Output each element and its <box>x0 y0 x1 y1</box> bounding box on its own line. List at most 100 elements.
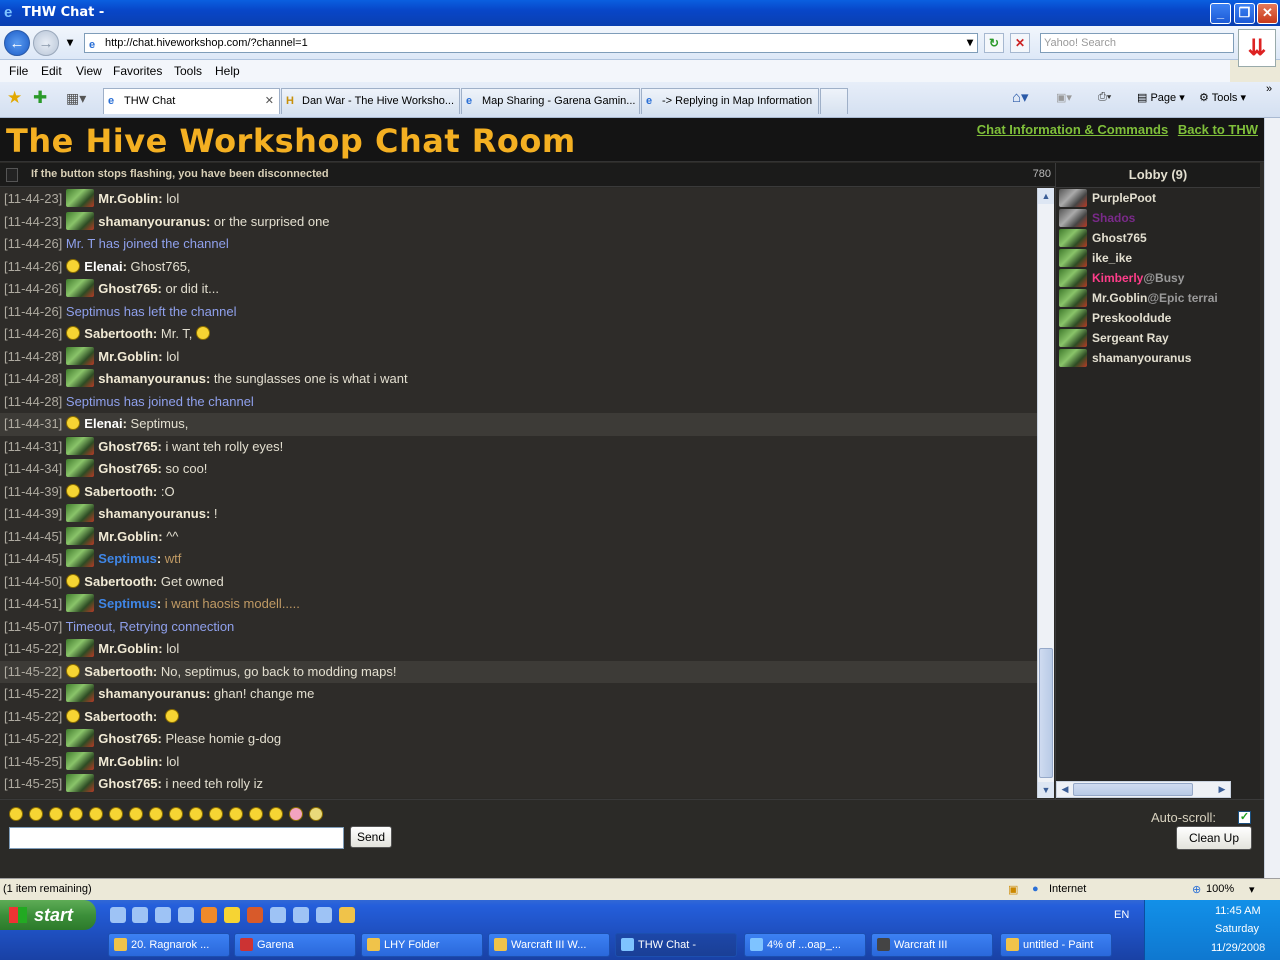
emoticon-icon[interactable] <box>29 807 43 821</box>
back-button[interactable]: ← <box>4 30 30 56</box>
chat-username[interactable]: shamanyouranus <box>98 506 206 521</box>
chat-username[interactable]: Ghost765 <box>98 731 157 746</box>
clock-time[interactable]: 11:45 AM <box>1215 905 1261 917</box>
search-input[interactable]: Yahoo! Search <box>1040 33 1234 53</box>
zoom-icon[interactable]: ⊕ <box>1192 883 1201 896</box>
calendar-quicklaunch-icon[interactable] <box>178 907 194 923</box>
lobby-hscrollbar[interactable]: ◀ ▶ <box>1056 781 1231 798</box>
scroll-left-icon[interactable]: ◀ <box>1057 782 1073 797</box>
menu-help[interactable]: Help <box>215 64 240 78</box>
tab-thw-chat[interactable]: e THW Chat ✕ <box>103 88 280 114</box>
menu-view[interactable]: View <box>76 64 102 78</box>
taskbar-button[interactable]: 4% of ...oap_... <box>744 933 866 957</box>
feeds-icon[interactable]: ▣▾ <box>1056 91 1072 104</box>
taskbar-button[interactable]: Warcraft III W... <box>488 933 610 957</box>
stop-button[interactable]: ✕ <box>1010 33 1030 53</box>
chat-username[interactable]: shamanyouranus <box>98 686 206 701</box>
minimize-button[interactable]: _ <box>1210 3 1231 24</box>
taskbar-button[interactable]: 20. Ragnarok ... <box>108 933 230 957</box>
scroll-down-icon[interactable]: ▼ <box>1038 782 1054 798</box>
menu-file[interactable]: File <box>9 64 28 78</box>
quick-tabs-icon[interactable]: ▦▾ <box>66 90 86 107</box>
emoticon-icon[interactable] <box>189 807 203 821</box>
clean-up-button[interactable]: Clean Up <box>1176 826 1252 850</box>
tab-replying[interactable]: e -> Replying in Map Information <box>641 88 819 114</box>
lobby-user[interactable]: PurplePoot <box>1056 188 1260 208</box>
scroll-thumb[interactable] <box>1039 648 1053 778</box>
chat-username[interactable]: Ghost765 <box>98 461 157 476</box>
emoticon-icon[interactable] <box>129 807 143 821</box>
chat-username[interactable]: Septimus <box>98 551 157 566</box>
lobby-user[interactable]: Sergeant Ray <box>1056 328 1260 348</box>
page-scrollbar[interactable] <box>1264 118 1280 878</box>
chat-username[interactable]: Sabertooth <box>84 484 153 499</box>
chat-username[interactable]: Ghost765 <box>98 776 157 791</box>
messenger-quicklaunch-icon[interactable] <box>224 907 240 923</box>
download-extension-icon[interactable]: ⇊ <box>1238 29 1276 67</box>
refresh-button[interactable]: ↻ <box>984 33 1004 53</box>
tool-quicklaunch-icon[interactable] <box>339 907 355 923</box>
chat-username[interactable]: Sabertooth <box>84 326 153 341</box>
connection-flash-button[interactable] <box>6 168 18 182</box>
lobby-user[interactable]: Kimberly@Busy <box>1056 268 1260 288</box>
zoom-dropdown-icon[interactable]: ▾ <box>1249 883 1255 896</box>
menu-edit[interactable]: Edit <box>41 64 62 78</box>
page-menu-button[interactable]: ▤ Page ▾ <box>1137 91 1185 104</box>
lobby-user[interactable]: shamanyouranus <box>1056 348 1260 368</box>
chat-username[interactable]: Elenai <box>84 416 122 431</box>
app-quicklaunch-icon[interactable] <box>247 907 263 923</box>
taskbar-button[interactable]: untitled - Paint <box>1000 933 1112 957</box>
chat-log[interactable]: [11-44-23] Mr.Goblin: lol [11-44-23] shaman… <box>0 188 1037 798</box>
chat-username[interactable]: Mr.Goblin <box>98 754 158 769</box>
zoom-level[interactable]: 100% <box>1206 883 1234 895</box>
emoticon-icon[interactable] <box>249 807 263 821</box>
explorer-quicklaunch-icon[interactable] <box>132 907 148 923</box>
taskbar-button[interactable]: LHY Folder <box>361 933 483 957</box>
send-button[interactable]: Send <box>350 826 392 848</box>
chat-username[interactable]: Septimus <box>98 596 157 611</box>
chat-scrollbar[interactable]: ▲ ▼ <box>1037 188 1054 798</box>
autoscroll-checkbox[interactable]: ✓ <box>1238 811 1251 824</box>
show-desktop-icon[interactable] <box>270 907 286 923</box>
history-dropdown-icon[interactable]: ▾ <box>60 33 80 53</box>
taskbar-button-active[interactable]: THW Chat - <box>615 933 737 957</box>
emoticon-icon[interactable] <box>209 807 223 821</box>
chat-username[interactable]: Sabertooth <box>84 709 153 724</box>
emoticon-icon[interactable] <box>49 807 63 821</box>
tab-dan-war[interactable]: H Dan War - The Hive Worksho... <box>281 88 460 114</box>
emoticon-icon[interactable] <box>289 807 303 821</box>
chat-username[interactable]: Mr.Goblin <box>98 529 158 544</box>
tools-menu-button[interactable]: ⚙ Tools ▾ <box>1199 91 1246 104</box>
chat-username[interactable]: Sabertooth <box>84 664 153 679</box>
emoticon-icon[interactable] <box>149 807 163 821</box>
chat-username[interactable]: Ghost765 <box>98 281 157 296</box>
volume-quicklaunch-icon[interactable] <box>316 907 332 923</box>
emoticon-icon[interactable] <box>269 807 283 821</box>
url-input[interactable]: e http://chat.hiveworkshop.com/?channel=… <box>84 33 978 53</box>
emoticon-icon[interactable] <box>229 807 243 821</box>
lobby-user[interactable]: Mr.Goblin@Epic terrai <box>1056 288 1260 308</box>
chat-username[interactable]: Sabertooth <box>84 574 153 589</box>
emoticon-icon[interactable] <box>89 807 103 821</box>
emoticon-icon[interactable] <box>169 807 183 821</box>
lobby-user[interactable]: ike_ike <box>1056 248 1260 268</box>
taskbar-button[interactable]: Warcraft III <box>871 933 993 957</box>
chat-username[interactable]: Mr.Goblin <box>98 641 158 656</box>
tab-map-sharing[interactable]: e Map Sharing - Garena Gamin... <box>461 88 640 114</box>
lobby-user[interactable]: Preskooldude <box>1056 308 1260 328</box>
hscroll-thumb[interactable] <box>1073 783 1193 796</box>
ie-quicklaunch-icon[interactable] <box>110 907 126 923</box>
back-to-thw-link[interactable]: Back to THW <box>1178 122 1258 137</box>
close-tab-icon[interactable]: ✕ <box>265 89 274 113</box>
lobby-user[interactable]: Ghost765 <box>1056 228 1260 248</box>
chat-username[interactable]: shamanyouranus <box>98 214 206 229</box>
chevron-icon[interactable]: » <box>1266 83 1272 95</box>
url-dropdown-icon[interactable]: ▾ <box>960 33 980 53</box>
forward-button[interactable]: → <box>33 30 59 56</box>
chat-username[interactable]: Ghost765 <box>98 439 157 454</box>
scroll-up-icon[interactable]: ▲ <box>1038 188 1054 204</box>
chat-info-link[interactable]: Chat Information & Commands <box>977 122 1168 137</box>
media-quicklaunch-icon[interactable] <box>155 907 171 923</box>
message-input[interactable] <box>9 827 344 849</box>
home-icon[interactable]: ⌂▾ <box>1012 88 1029 106</box>
